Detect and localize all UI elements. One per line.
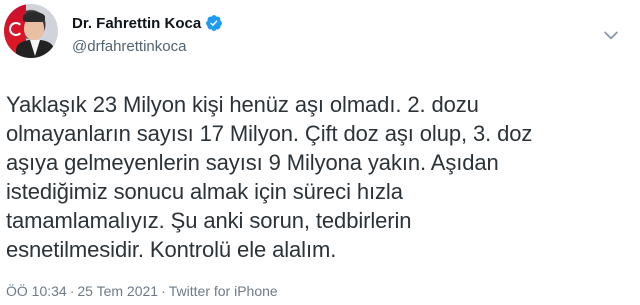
tweet-text-line: istediğimiz sonucu almak için süreci hız… <box>6 179 403 204</box>
tweet-card: Dr. Fahrettin Koca @drfahrettinkoca Yakl… <box>0 0 640 305</box>
name-row: Dr. Fahrettin Koca <box>72 14 223 32</box>
chevron-down-icon[interactable] <box>600 24 622 46</box>
separator-dot: · <box>69 283 75 299</box>
separator-dot: · <box>161 283 166 299</box>
tweet-text-line: esnetilmesidir. Kontrolü ele alalım. <box>6 237 337 262</box>
avatar-hair <box>23 12 45 22</box>
author-handle[interactable]: @drfahrettinkoca <box>72 38 186 55</box>
tweet-text-line: tamamlamalıyız. Şu anki sorun, tedbirler… <box>6 208 412 233</box>
tweet-date[interactable]: 25 Tem 2021 <box>77 283 158 299</box>
avatar[interactable] <box>4 4 58 58</box>
tweet-header: Dr. Fahrettin Koca @drfahrettinkoca <box>0 0 640 80</box>
tweet-text-line: Yaklaşık 23 Milyon kişi henüz aşı olmadı… <box>6 92 479 117</box>
tweet-source[interactable]: Twitter for iPhone <box>169 283 278 299</box>
author-display-name[interactable]: Dr. Fahrettin Koca <box>72 15 201 32</box>
tweet-text-line: olmayanların sayısı 17 Milyon. Çift doz … <box>6 121 533 146</box>
verified-badge-icon <box>205 14 223 32</box>
tweet-metadata: ÖÖ 10:34 · 25 Tem 2021 · Twitter for iPhone <box>6 283 278 299</box>
tweet-text-line: aşıya gelmeyenlerin sayısı 9 Milyona yak… <box>6 150 499 175</box>
tweet-time[interactable]: ÖÖ 10:34 <box>6 283 67 299</box>
tweet-text: Yaklaşık 23 Milyon kişi henüz aşı olmadı… <box>6 90 630 264</box>
